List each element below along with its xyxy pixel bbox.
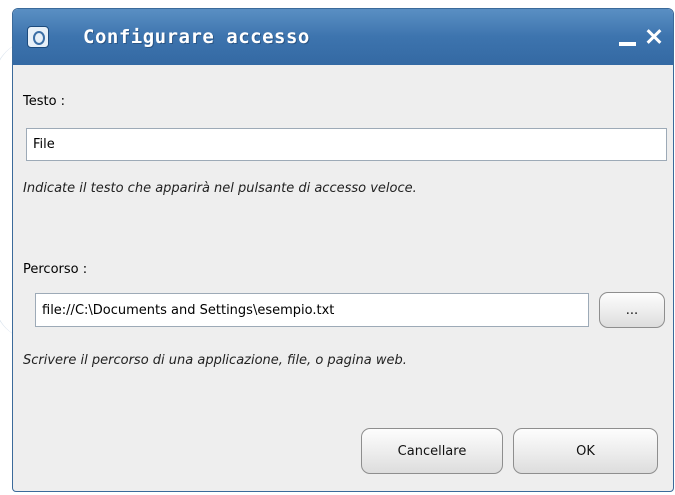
minimize-icon[interactable] xyxy=(617,25,639,49)
cancel-button[interactable]: Cancellare xyxy=(361,428,503,474)
app-icon xyxy=(27,26,49,48)
path-input[interactable] xyxy=(35,293,589,327)
title-bar[interactable]: Configurare accesso xyxy=(13,9,673,65)
text-input[interactable] xyxy=(26,128,667,161)
ok-button[interactable]: OK xyxy=(513,428,658,474)
text-hint: Indicate il testo che apparirà nel pulsa… xyxy=(23,181,417,196)
path-hint: Scrivere il percorso di una applicazione… xyxy=(23,353,407,368)
dialog-title: Configurare accesso xyxy=(83,26,310,48)
configure-access-dialog: Configurare accesso Testo : Indicate il … xyxy=(12,8,674,492)
browse-button[interactable]: ... xyxy=(599,292,665,328)
text-label: Testo : xyxy=(23,94,66,109)
path-label: Percorso : xyxy=(23,262,88,277)
close-icon[interactable] xyxy=(644,25,664,49)
